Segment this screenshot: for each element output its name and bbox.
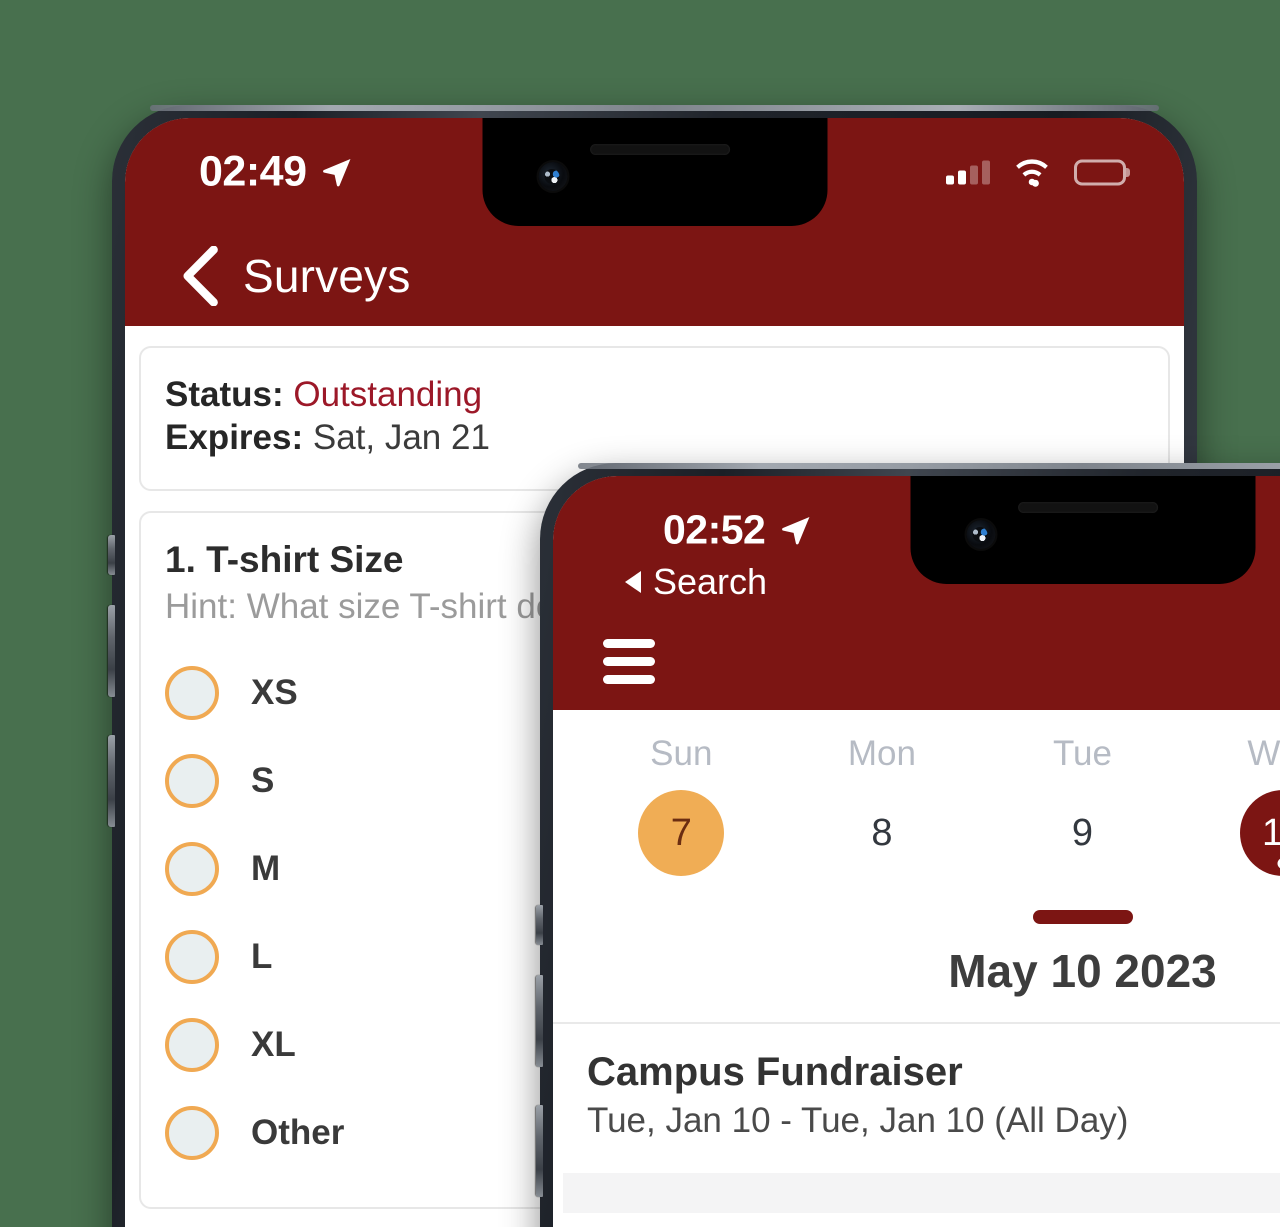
chevron-left-icon[interactable]: [181, 246, 221, 306]
surveys-header: 02:49 Surveys: [125, 118, 1184, 326]
calendar-week-strip: Sun 7 Mon 8 Tue 9 Wed 10: [553, 710, 1280, 1024]
volume-up-button[interactable]: [108, 605, 115, 697]
calendar-day-cell[interactable]: Mon 8: [782, 734, 983, 876]
expires-value: Sat, Jan 21: [312, 417, 490, 457]
day-of-week-label: Tue: [1052, 734, 1112, 773]
page-title: Surveys: [243, 250, 411, 302]
back-to-search-link[interactable]: Search: [625, 561, 767, 603]
hamburger-menu-icon[interactable]: [603, 638, 655, 684]
cellular-signal-icon: [946, 160, 990, 184]
status-bar-surveys: 02:49: [125, 118, 1184, 226]
event-title: Campus Fundraiser: [587, 1050, 963, 1094]
status-time: 02:52: [663, 506, 766, 553]
radio-button-icon[interactable]: [165, 1018, 219, 1073]
option-label: M: [251, 849, 281, 889]
radio-button-icon[interactable]: [165, 842, 219, 897]
option-label: XL: [251, 1025, 296, 1065]
day-of-week-label: Sun: [650, 734, 713, 773]
calendar-day-number[interactable]: 9: [1039, 790, 1125, 876]
status-time: 02:49: [199, 147, 307, 196]
calendar-day-number[interactable]: 10: [1240, 790, 1280, 876]
option-label: L: [251, 937, 273, 977]
calendar-day-cell[interactable]: Tue 9: [982, 734, 1183, 876]
day-of-week-label: Wed: [1247, 734, 1280, 773]
option-label: S: [251, 761, 275, 801]
calendar-day-cell[interactable]: Wed 10: [1183, 734, 1280, 876]
option-label: XS: [251, 673, 298, 713]
radio-button-icon[interactable]: [165, 666, 219, 721]
radio-button-icon[interactable]: [165, 754, 219, 809]
location-arrow-icon: [323, 158, 351, 186]
calendar-day-cell[interactable]: Sun 7: [581, 734, 782, 876]
day-of-week-label: Mon: [847, 734, 916, 773]
volume-up-button[interactable]: [536, 975, 543, 1067]
events-header: 02:52 Search Events: [553, 476, 1280, 710]
status-bar-right: [946, 157, 1126, 188]
silent-switch-button[interactable]: [536, 905, 543, 945]
option-label: Other: [251, 1113, 345, 1153]
device-top-band: [578, 463, 1280, 469]
phone-screen-bezel-events: 02:52 Search Events: [553, 476, 1280, 1227]
phone-device-events: 02:52 Search Events: [536, 463, 1280, 1227]
status-label: Status:: [165, 375, 284, 414]
status-bar-left: 02:49: [199, 147, 354, 196]
device-top-band: [150, 105, 1159, 111]
expires-label: Expires:: [165, 417, 304, 457]
event-date-range: Tue, Jan 10 - Tue, Jan 10 (All Day): [587, 1101, 1129, 1140]
calendar-days-row: Sun 7 Mon 8 Tue 9 Wed 10: [553, 734, 1280, 876]
location-arrow-icon: [782, 516, 810, 544]
expires-row: Expires: Sat, Jan 21: [165, 417, 1144, 460]
volume-down-button[interactable]: [536, 1105, 543, 1197]
radio-button-icon[interactable]: [165, 930, 219, 985]
calendar-day-number[interactable]: 8: [839, 790, 925, 876]
silent-switch-button[interactable]: [108, 535, 115, 575]
battery-icon: [1074, 159, 1126, 185]
selected-date-heading: May 10 2023: [948, 945, 1217, 997]
event-list-item[interactable]: Campus Fundraiser Tue, Jan 10 - Tue, Jan…: [553, 1024, 1280, 1163]
volume-down-button[interactable]: [108, 735, 115, 827]
radio-button-icon[interactable]: [165, 1106, 219, 1161]
triangle-left-icon: [625, 571, 641, 593]
event-list-next-section: [563, 1173, 1280, 1213]
events-navbar: Events: [553, 612, 1280, 710]
wifi-icon: [1016, 159, 1048, 187]
calendar-expand-handle[interactable]: [1032, 910, 1133, 924]
status-bar-left: 02:52: [663, 506, 813, 553]
surveys-navbar: Surveys: [125, 226, 1184, 326]
back-link-label: Search: [653, 561, 768, 602]
status-badge: Outstanding: [293, 375, 483, 414]
screen-events: 02:52 Search Events: [553, 476, 1280, 1227]
calendar-day-number[interactable]: 7: [638, 790, 725, 876]
status-row: Status: Outstanding: [165, 374, 1144, 417]
